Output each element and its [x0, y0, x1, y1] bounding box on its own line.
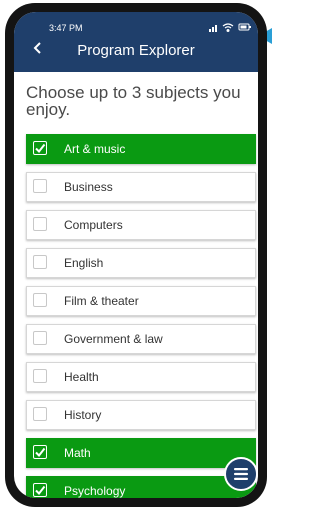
app-screen: 3:47 PM Program Explorer Choose up to 3 …	[14, 12, 258, 498]
page-title: Program Explorer	[77, 42, 195, 59]
subject-option[interactable]: Health	[26, 362, 256, 392]
subject-option[interactable]: Computers	[26, 210, 256, 240]
subject-option[interactable]: Math	[26, 438, 256, 468]
subject-label: Film & theater	[64, 294, 139, 308]
checkbox-unchecked[interactable]	[33, 331, 47, 345]
checkmark-icon	[35, 143, 46, 154]
subject-label: Health	[64, 370, 99, 384]
checkbox-checked[interactable]	[33, 445, 47, 459]
signal-icon	[209, 25, 217, 32]
subject-label: Psychology	[64, 484, 126, 498]
menu-button[interactable]	[224, 457, 258, 491]
checkbox-unchecked[interactable]	[33, 255, 47, 269]
checkbox-unchecked[interactable]	[33, 179, 47, 193]
menu-icon	[234, 468, 248, 480]
battery-icon	[238, 23, 251, 31]
checkbox-unchecked[interactable]	[33, 369, 47, 383]
subject-option[interactable]: Art & music	[26, 134, 256, 164]
subject-option[interactable]: Film & theater	[26, 286, 256, 316]
subject-label: English	[64, 256, 104, 270]
subject-option[interactable]: Psychology	[26, 476, 256, 498]
checkbox-unchecked[interactable]	[33, 293, 47, 307]
checkbox-checked[interactable]	[33, 141, 47, 155]
subject-label: Business	[64, 180, 113, 194]
subject-label: Government & law	[64, 332, 163, 346]
status-time: 3:47 PM	[49, 23, 83, 33]
subject-option[interactable]: English	[26, 248, 256, 278]
subject-label: Art & music	[64, 142, 126, 156]
prompt-text: Choose up to 3 subjects you enjoy.	[26, 83, 241, 119]
phone-frame: 3:47 PM Program Explorer Choose up to 3 …	[5, 3, 267, 507]
checkmark-icon	[35, 447, 46, 458]
checkmark-icon	[35, 485, 46, 496]
subject-option[interactable]: Business	[26, 172, 256, 202]
checkbox-unchecked[interactable]	[33, 407, 47, 421]
subject-option[interactable]: History	[26, 400, 256, 430]
subject-option[interactable]: Government & law	[26, 324, 256, 354]
subject-label: History	[64, 408, 102, 422]
checkbox-checked[interactable]	[33, 483, 47, 497]
status-icons	[209, 23, 251, 32]
checkbox-unchecked[interactable]	[33, 217, 47, 231]
subject-label: Math	[64, 446, 91, 460]
wifi-icon	[222, 23, 234, 32]
app-header: 3:47 PM Program Explorer	[14, 12, 258, 72]
subject-label: Computers	[64, 218, 123, 232]
